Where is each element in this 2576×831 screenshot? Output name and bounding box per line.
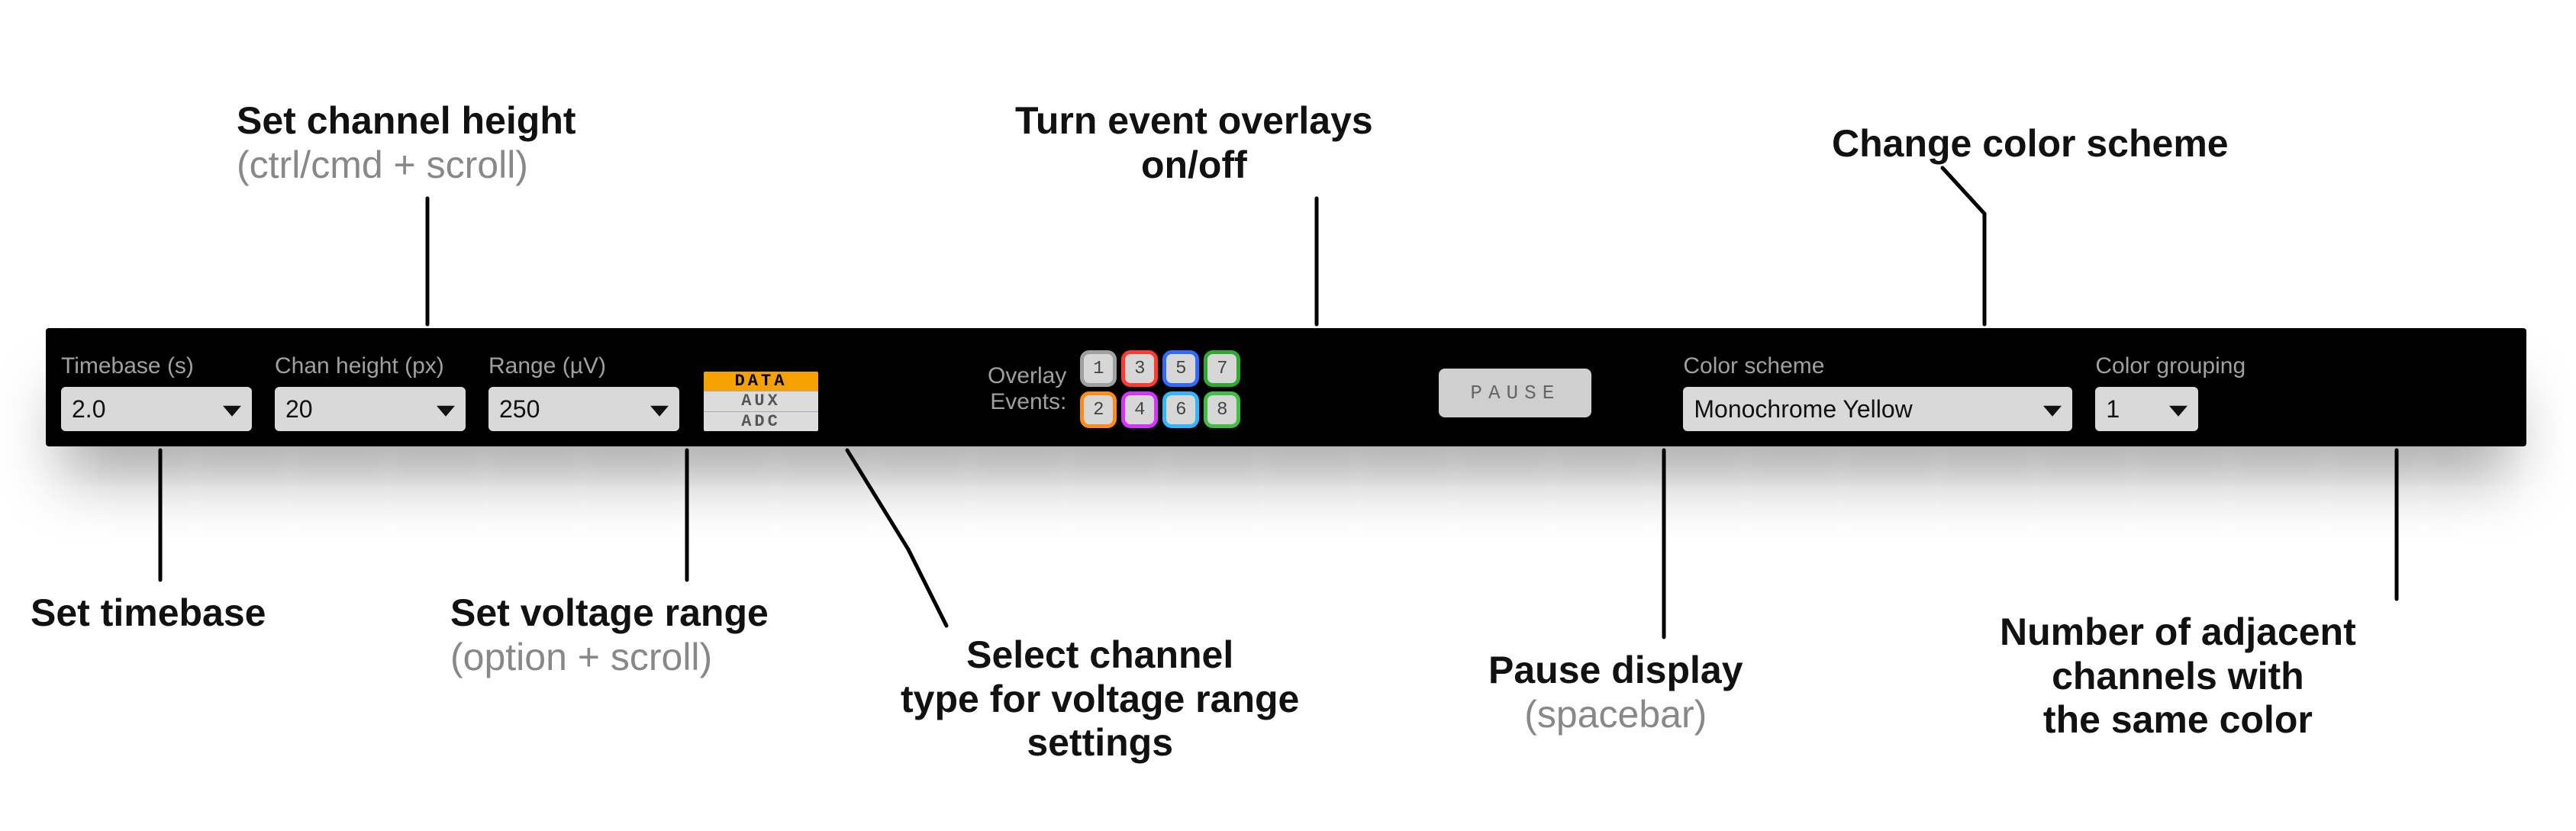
callout-voltage: Set voltage range (option + scroll) [450,591,769,679]
overlay-event-6[interactable]: 6 [1162,391,1199,428]
callout-channel-height: Set channel height (ctrl/cmd + scroll) [237,99,576,187]
callout-timebase-title: Set timebase [31,591,266,634]
chan-height-group: Chan height (px) 20 [275,353,466,431]
timebase-group: Timebase (s) 2.0 [61,353,252,431]
callout-timebase: Set timebase [31,591,266,636]
channel-type-aux[interactable]: AUX [704,391,818,411]
channel-type-selector[interactable]: DATA AUX ADC [702,370,820,433]
callout-pause-sub: (spacebar) [1488,693,1743,737]
toolbar: Timebase (s) 2.0 Chan height (px) 20 Ran… [46,328,2526,446]
overlay-event-3[interactable]: 3 [1121,350,1158,387]
callout-overlays-l2: on/off [1141,143,1247,186]
callout-grouping-l2: channels with [2052,655,2304,697]
color-grouping-label: Color grouping [2095,353,2246,379]
overlay-events-block: Overlay Events: 1357 2468 [988,350,1240,428]
overlay-events-label: Overlay Events: [988,363,1066,415]
color-scheme-select[interactable]: Monochrome Yellow [1683,387,2072,431]
color-scheme-label: Color scheme [1683,353,2072,379]
range-group: Range (µV) 250 [488,353,679,431]
callout-grouping: Number of adjacent channels with the sam… [2000,610,2356,742]
chan-height-label: Chan height (px) [275,353,466,379]
channel-type-adc[interactable]: ADC [704,411,818,431]
overlay-label-2: Events: [990,389,1066,415]
range-select[interactable]: 250 [488,387,679,431]
callout-chan-type: Select channel type for voltage range se… [901,633,1299,765]
callout-channel-height-title: Set channel height [237,99,576,142]
callout-overlays-l1: Turn event overlays [1015,99,1373,142]
pause-button[interactable]: PAUSE [1439,369,1591,417]
callout-chan-type-l3: settings [1027,721,1173,764]
chan-height-value: 20 [285,395,313,424]
overlay-event-4[interactable]: 4 [1121,391,1158,428]
pause-label: PAUSE [1470,382,1560,404]
overlay-event-7[interactable]: 7 [1204,350,1240,387]
callout-scheme-title: Change color scheme [1832,122,2229,165]
overlay-event-1[interactable]: 1 [1080,350,1117,387]
callout-voltage-title: Set voltage range [450,591,769,634]
callout-chan-type-l2: type for voltage range [901,678,1299,720]
callout-channel-height-sub: (ctrl/cmd + scroll) [237,143,576,188]
color-grouping-value: 1 [2106,395,2120,424]
overlay-event-2[interactable]: 2 [1080,391,1117,428]
callout-scheme: Change color scheme [1832,122,2229,166]
callout-grouping-l1: Number of adjacent [2000,610,2356,653]
overlay-event-8[interactable]: 8 [1204,391,1240,428]
callout-grouping-l3: the same color [2043,698,2313,741]
range-label: Range (µV) [488,353,679,379]
channel-type-data[interactable]: DATA [704,372,818,391]
chan-height-select[interactable]: 20 [275,387,466,431]
callout-voltage-sub: (option + scroll) [450,636,769,680]
diagram-canvas: Set channel height (ctrl/cmd + scroll) T… [0,0,2576,831]
timebase-label: Timebase (s) [61,353,252,379]
color-scheme-group: Color scheme Monochrome Yellow [1683,353,2072,431]
timebase-value: 2.0 [72,395,105,424]
callout-overlays: Turn event overlays on/off [1015,99,1373,187]
color-grouping-group: Color grouping 1 [2095,353,2246,431]
color-grouping-select[interactable]: 1 [2095,387,2198,431]
callout-pause-title: Pause display [1488,649,1743,691]
range-value: 250 [499,395,540,424]
overlay-event-grid: 1357 2468 [1080,350,1240,428]
timebase-select[interactable]: 2.0 [61,387,252,431]
overlay-event-5[interactable]: 5 [1162,350,1199,387]
color-scheme-value: Monochrome Yellow [1694,395,1912,424]
callout-pause: Pause display (spacebar) [1488,649,1743,736]
callout-chan-type-l1: Select channel [966,633,1233,676]
overlay-label-1: Overlay [988,363,1066,389]
